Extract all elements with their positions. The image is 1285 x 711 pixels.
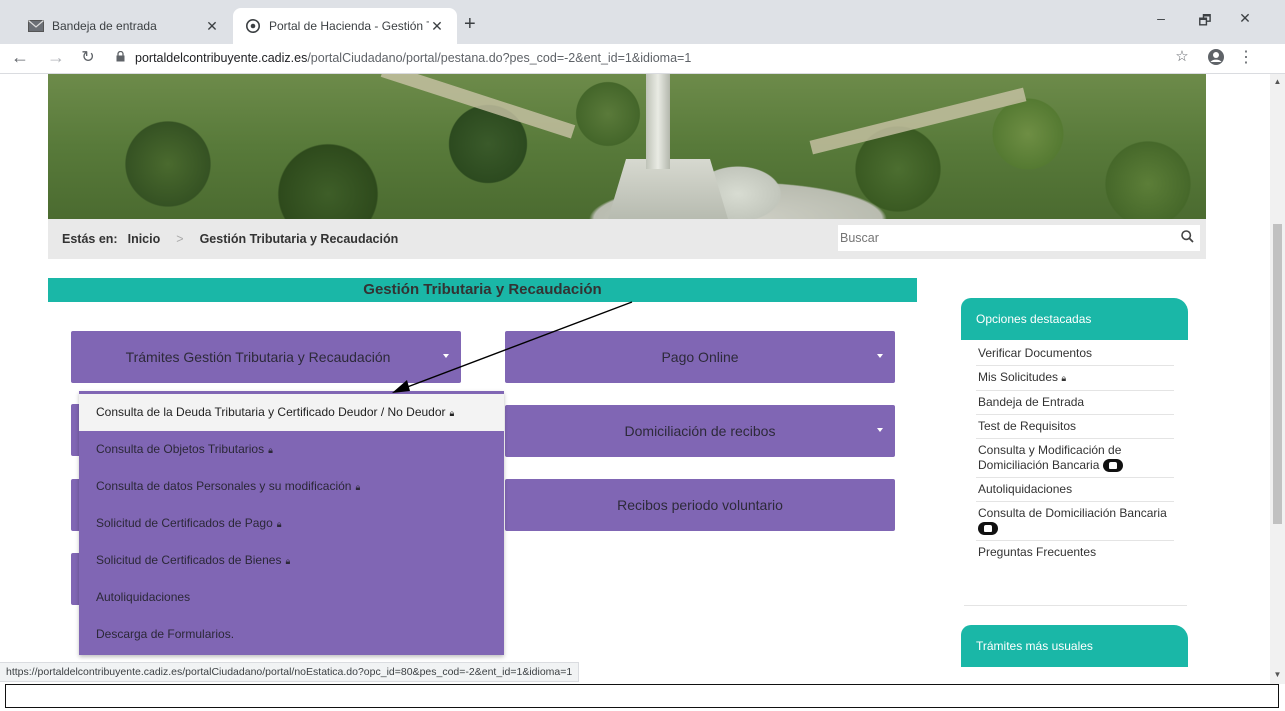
sidebar-item-mis-solicitudes[interactable]: Mis Solicitudes 🔒︎ xyxy=(976,366,1174,391)
forward-arrow-icon[interactable]: → xyxy=(44,47,68,68)
tab-bandeja-entrada[interactable]: Bandeja de entrada ✕ xyxy=(16,8,232,44)
tab-portal-hacienda[interactable]: Portal de Hacienda - Gestión Trib ✕ xyxy=(233,8,457,44)
reload-icon[interactable]: ↻ xyxy=(76,47,100,67)
lock-icon: 🔒︎ xyxy=(449,408,455,418)
url-path: /portalCiudadano/portal/pestana.do?pes_c… xyxy=(307,51,692,65)
bottom-outlined-box xyxy=(5,684,1279,708)
profile-icon[interactable] xyxy=(1204,47,1228,71)
sidebar-item-consulta-domiciliacion[interactable]: Consulta de Domiciliación Bancaria xyxy=(976,502,1174,541)
close-icon[interactable]: ✕ xyxy=(204,18,220,35)
header-banner-image xyxy=(48,74,1206,219)
lock-icon: 🔒︎ xyxy=(268,445,273,455)
banner-path xyxy=(809,87,1027,155)
button-label: Recibos periodo voluntario xyxy=(617,497,783,513)
lock-icon: 🔒︎ xyxy=(276,519,282,529)
sidebar-item-label: Autoliquidaciones xyxy=(978,482,1073,496)
tab-title: Portal de Hacienda - Gestión Trib xyxy=(269,19,429,33)
bookmark-star-icon[interactable]: ☆ xyxy=(1170,47,1194,65)
sidebar-item-verificar-documentos[interactable]: Verificar Documentos xyxy=(976,342,1174,366)
caret-down-icon xyxy=(877,428,883,432)
menu-item-label: Solicitud de Certificados de Pago xyxy=(96,516,273,530)
menu-kebab-icon[interactable]: ⋮ xyxy=(1234,47,1258,67)
menu-item-certificados-pago[interactable]: Solicitud de Certificados de Pago 🔒︎ xyxy=(79,505,504,542)
menu-item-autoliquidaciones[interactable]: Autoliquidaciones xyxy=(79,579,504,616)
maximize-button[interactable]: 🗗 xyxy=(1190,10,1220,34)
pago-online-dropdown-button[interactable]: Pago Online xyxy=(505,331,895,383)
lock-icon: 🔒︎ xyxy=(355,482,361,492)
menu-item-label: Autoliquidaciones xyxy=(96,590,191,604)
chevron-right-icon: > xyxy=(176,232,184,246)
breadcrumb-prefix: Estás en: xyxy=(62,232,118,246)
tramites-dropdown-button[interactable]: Trámites Gestión Tributaria y Recaudació… xyxy=(71,331,461,383)
page-scrollbar[interactable]: ▲ ▼ xyxy=(1270,74,1285,684)
page-viewport: Estás en: Inicio > Gestión Tributaria y … xyxy=(0,74,1270,684)
sidebar-item-bandeja-entrada[interactable]: Bandeja de Entrada xyxy=(976,391,1174,415)
menu-item-descarga-formularios[interactable]: Descarga de Formularios. xyxy=(79,616,504,653)
caret-down-icon xyxy=(443,354,449,358)
scroll-up-arrow-icon[interactable]: ▲ xyxy=(1270,77,1285,86)
domiciliacion-dropdown-button[interactable]: Domiciliación de recibos xyxy=(505,405,895,457)
tab-title: Bandeja de entrada xyxy=(52,19,157,33)
close-window-button[interactable]: ✕ xyxy=(1230,10,1260,27)
browser-toolbar: ← → ↻ portaldelcontribuyente.cadiz.es/po… xyxy=(0,44,1285,74)
sidebar-item-label: Verificar Documentos xyxy=(978,346,1093,360)
menu-item-label: Descarga de Formularios. xyxy=(96,627,235,641)
sidebar-item-modificacion-domiciliacion[interactable]: Consulta y Modificación de Domiciliación… xyxy=(976,439,1174,478)
lock-icon: 🔒︎ xyxy=(285,556,291,566)
menu-item-consulta-deuda[interactable]: Consulta de la Deuda Tributaria y Certif… xyxy=(79,394,504,431)
caret-down-icon xyxy=(877,354,883,358)
scroll-down-arrow-icon[interactable]: ▼ xyxy=(1270,670,1285,679)
menu-item-label: Consulta de la Deuda Tributaria y Certif… xyxy=(96,405,446,419)
menu-item-datos-personales[interactable]: Consulta de datos Personales y su modifi… xyxy=(79,468,504,505)
sidebar-divider xyxy=(964,605,1187,606)
sidebar-item-preguntas-frecuentes[interactable]: Preguntas Frecuentes xyxy=(976,541,1174,564)
sidebar-item-label: Bandeja de Entrada xyxy=(978,395,1085,409)
search-icon[interactable] xyxy=(1174,230,1200,246)
certificate-icon xyxy=(1102,459,1123,473)
featured-options-header: Opciones destacadas xyxy=(961,298,1188,340)
menu-item-label: Solicitud de Certificados de Bienes xyxy=(96,553,282,567)
sidebar-item-label: Consulta y Modificación de Domiciliación… xyxy=(978,443,1122,472)
url-host: portaldelcontribuyente.cadiz.es xyxy=(135,51,308,65)
breadcrumb-home-link[interactable]: Inicio xyxy=(128,232,161,246)
mail-icon xyxy=(28,18,44,34)
sidebar-item-label: Preguntas Frecuentes xyxy=(978,545,1097,559)
recibos-voluntario-button[interactable]: Recibos periodo voluntario xyxy=(505,479,895,531)
browser-tab-strip: Bandeja de entrada ✕ Portal de Hacienda … xyxy=(0,0,1285,44)
chrome-icon xyxy=(245,18,261,34)
breadcrumb: Estás en: Inicio > Gestión Tributaria y … xyxy=(62,232,398,246)
lock-icon xyxy=(116,50,125,65)
lock-icon: 🔒︎ xyxy=(1061,373,1067,383)
scrollbar-thumb[interactable] xyxy=(1273,224,1282,524)
breadcrumb-current: Gestión Tributaria y Recaudación xyxy=(199,232,399,246)
usual-procedures-header: Trámites más usuales xyxy=(961,625,1188,667)
breadcrumb-bar: Estás en: Inicio > Gestión Tributaria y … xyxy=(48,219,1206,259)
sidebar-item-label: Test de Requisitos xyxy=(978,419,1077,433)
button-label: Trámites Gestión Tributaria y Recaudació… xyxy=(125,349,391,365)
sidebar-item-label: Consulta de Domiciliación Bancaria xyxy=(978,506,1167,520)
minimize-button[interactable]: – xyxy=(1146,10,1176,26)
search-box xyxy=(838,225,1200,251)
menu-item-label: Consulta de Objetos Tributarios xyxy=(96,442,265,456)
sidebar-item-test-requisitos[interactable]: Test de Requisitos xyxy=(976,415,1174,439)
sidebar-item-label: Mis Solicitudes xyxy=(978,370,1059,384)
banner-path xyxy=(380,74,576,139)
status-bar-url: https://portaldelcontribuyente.cadiz.es/… xyxy=(0,662,580,682)
banner-monument xyxy=(646,74,670,169)
close-icon[interactable]: ✕ xyxy=(429,18,445,35)
button-label: Domiciliación de recibos xyxy=(624,423,776,439)
address-bar[interactable]: portaldelcontribuyente.cadiz.es/portalCi… xyxy=(108,46,1158,70)
new-tab-button[interactable]: + xyxy=(464,13,476,36)
menu-item-certificados-bienes[interactable]: Solicitud de Certificados de Bienes 🔒︎ xyxy=(79,542,504,579)
back-arrow-icon[interactable]: ← xyxy=(8,47,32,68)
menu-item-objetos-tributarios[interactable]: Consulta de Objetos Tributarios 🔒︎ xyxy=(79,431,504,468)
section-title: Gestión Tributaria y Recaudación xyxy=(48,278,917,302)
tramites-dropdown-menu: Consulta de la Deuda Tributaria y Certif… xyxy=(79,391,504,655)
featured-options-list: Verificar Documentos Mis Solicitudes 🔒︎ … xyxy=(976,342,1174,564)
button-label: Pago Online xyxy=(661,349,739,365)
sidebar-item-autoliquidaciones[interactable]: Autoliquidaciones xyxy=(976,478,1174,502)
search-input[interactable] xyxy=(838,226,1174,250)
menu-item-label: Consulta de datos Personales y su modifi… xyxy=(96,479,352,493)
certificate-icon xyxy=(978,522,998,536)
